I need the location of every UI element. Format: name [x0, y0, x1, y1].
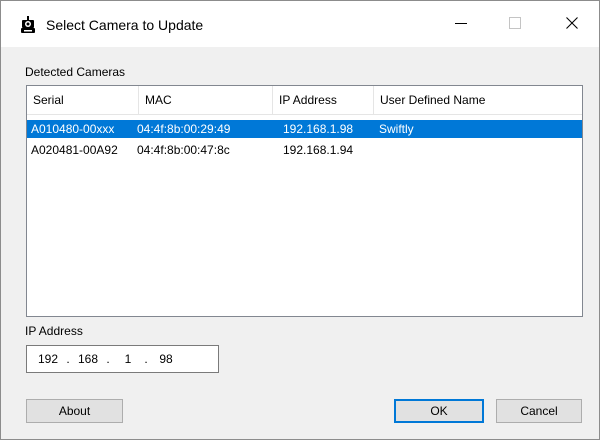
cell-ip: 192.168.1.98 — [283, 122, 354, 136]
cell-mac: 04:4f:8b:00:29:49 — [137, 122, 231, 136]
cell-serial: A010480-00xxx — [31, 122, 115, 136]
column-header-user-defined-name[interactable]: User Defined Name — [374, 86, 582, 114]
close-icon — [566, 16, 578, 32]
ip-octet-1[interactable]: 192 — [33, 352, 63, 366]
list-header: Serial MAC IP Address User Defined Name — [27, 86, 582, 115]
close-button[interactable] — [549, 1, 595, 47]
ok-button[interactable]: OK — [394, 399, 484, 423]
detected-cameras-label: Detected Cameras — [25, 65, 126, 79]
cell-name: Swiftly — [379, 122, 414, 136]
maximize-icon — [509, 16, 521, 32]
cancel-button[interactable]: Cancel — [496, 399, 582, 423]
ip-octet-2[interactable]: 168 — [73, 352, 103, 366]
minimize-button[interactable] — [438, 1, 484, 47]
ip-octet-4[interactable]: 98 — [151, 352, 181, 366]
ip-octet-3[interactable]: 1 — [113, 352, 143, 366]
minimize-icon — [455, 17, 467, 32]
cell-name — [379, 141, 579, 159]
cell-ip: 192.168.1.94 — [283, 143, 354, 157]
ip-separator: . — [66, 352, 70, 366]
title-bar[interactable]: Select Camera to Update — [1, 1, 599, 47]
column-header-mac[interactable]: MAC — [139, 86, 273, 114]
dialog-window: Select Camera to Update Detected Cameras… — [0, 0, 600, 440]
cell-mac: 04:4f:8b:00:47:8c — [137, 143, 230, 157]
column-header-ip-address[interactable]: IP Address — [273, 86, 374, 114]
camera-row[interactable]: A020481-00A92 04:4f:8b:00:47:8c 192.168.… — [27, 141, 582, 159]
camera-row-selected[interactable]: A010480-00xxx 04:4f:8b:00:29:49 192.168.… — [27, 120, 582, 138]
ip-address-label: IP Address — [25, 324, 83, 338]
ip-separator: . — [144, 352, 148, 366]
column-header-serial[interactable]: Serial — [27, 86, 139, 114]
about-button[interactable]: About — [26, 399, 123, 423]
maximize-button[interactable] — [492, 1, 538, 47]
ip-separator: . — [106, 352, 110, 366]
window-title: Select Camera to Update — [46, 17, 204, 33]
cell-serial: A020481-00A92 — [31, 143, 118, 157]
camera-robot-icon — [20, 16, 36, 34]
camera-list[interactable]: Serial MAC IP Address User Defined Name … — [26, 85, 583, 317]
ip-address-input[interactable]: 192 . 168 . 1 . 98 — [26, 345, 219, 373]
